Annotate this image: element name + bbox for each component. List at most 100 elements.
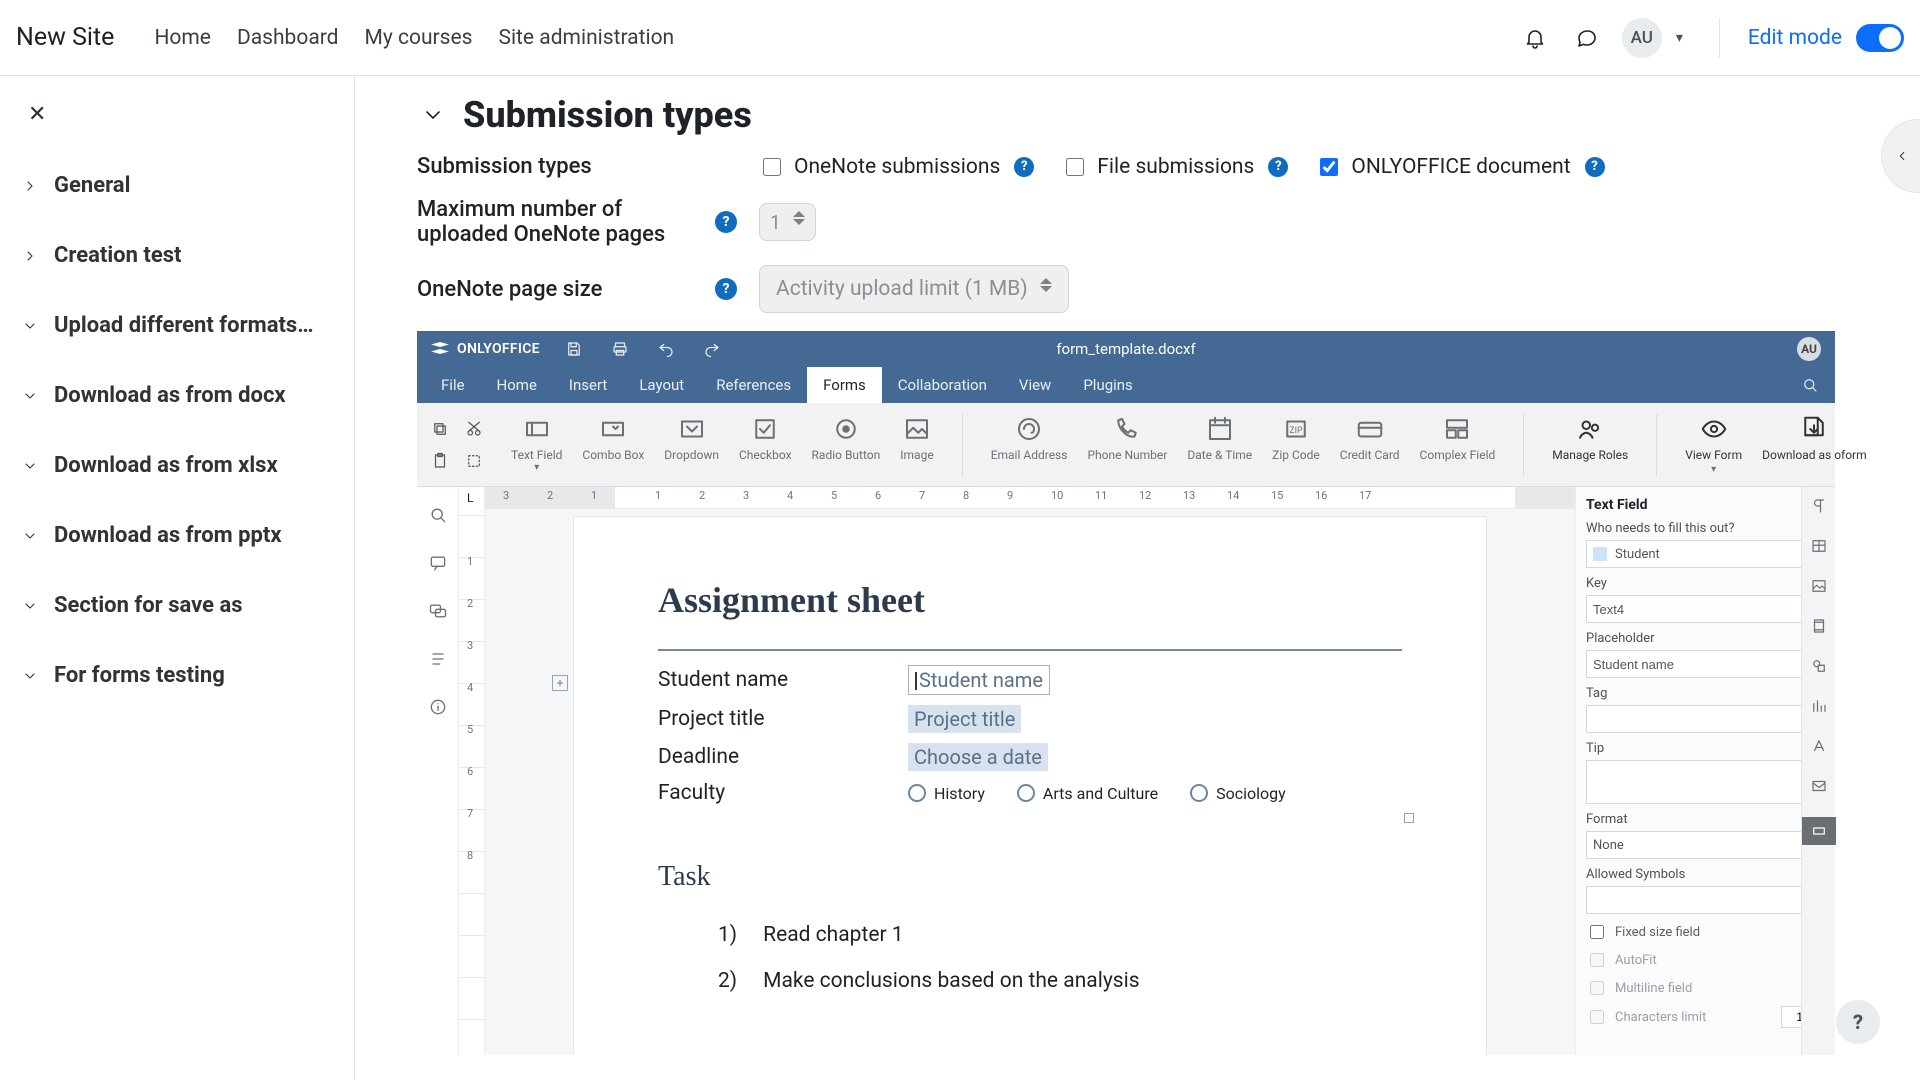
checkbox[interactable] xyxy=(763,158,781,176)
btn-email[interactable]: Email Address xyxy=(991,414,1068,462)
help-icon[interactable]: ? xyxy=(715,211,737,233)
role-select[interactable]: Student ▾ xyxy=(1586,540,1825,568)
btn-dropdown[interactable]: Dropdown xyxy=(664,414,719,462)
tab-layout[interactable]: Layout xyxy=(623,367,700,403)
tab-insert[interactable]: Insert xyxy=(553,367,623,403)
notifications-icon[interactable] xyxy=(1518,21,1552,55)
btn-image[interactable]: Image xyxy=(900,414,933,462)
form-settings-icon[interactable] xyxy=(1802,817,1836,845)
key-input[interactable] xyxy=(1586,595,1825,623)
find-icon[interactable] xyxy=(428,505,448,525)
site-brand[interactable]: New Site xyxy=(16,23,114,52)
tab-forms[interactable]: Forms xyxy=(807,367,882,403)
btn-view-form[interactable]: View Form▾ xyxy=(1685,414,1742,475)
oo-doc-name[interactable]: form_template.docxf xyxy=(1056,340,1195,358)
option-onenote[interactable]: OneNote submissions ? xyxy=(759,155,1034,179)
btn-checkbox[interactable]: Checkbox xyxy=(739,414,792,462)
checkbox[interactable] xyxy=(1320,158,1338,176)
print-icon[interactable] xyxy=(611,340,629,358)
btn-manage-roles[interactable]: Manage Roles xyxy=(1552,414,1628,462)
help-icon[interactable]: ? xyxy=(1268,157,1288,177)
radio-arts[interactable]: Arts and Culture xyxy=(1017,784,1158,803)
btn-radio-button[interactable]: Radio Button xyxy=(812,414,881,462)
nav-site-admin[interactable]: Site administration xyxy=(498,26,674,50)
section-submission-types[interactable]: Submission types xyxy=(421,94,1837,136)
btn-text-field[interactable]: Text Field▾ xyxy=(511,414,562,473)
paste-icon[interactable] xyxy=(427,448,453,474)
checkbox[interactable] xyxy=(1066,158,1084,176)
tab-view[interactable]: View xyxy=(1003,367,1067,403)
btn-combo-box[interactable]: Combo Box xyxy=(582,414,644,462)
btn-phone[interactable]: Phone Number xyxy=(1087,414,1167,462)
sidebar-item-upload-formats[interactable]: Upload different formats t… xyxy=(22,291,344,359)
save-icon[interactable] xyxy=(565,340,583,358)
oo-avatar[interactable]: AU xyxy=(1797,337,1821,361)
help-icon[interactable]: ? xyxy=(715,278,737,300)
messages-icon[interactable] xyxy=(1570,21,1604,55)
user-menu-caret[interactable]: ▾ xyxy=(1676,30,1683,46)
tab-home[interactable]: Home xyxy=(481,367,553,403)
radio-history[interactable]: History xyxy=(908,784,985,803)
table-handle-icon[interactable]: + xyxy=(552,675,568,691)
nav-dashboard[interactable]: Dashboard xyxy=(237,26,339,50)
oo-canvas[interactable]: Assignment sheet + Student name Student … xyxy=(485,509,1575,1055)
info-icon[interactable] xyxy=(428,697,448,717)
chat-icon[interactable] xyxy=(428,601,448,621)
option-file[interactable]: File submissions ? xyxy=(1062,155,1288,179)
checkbox[interactable] xyxy=(1590,925,1604,939)
btn-complex[interactable]: Complex Field xyxy=(1420,414,1496,462)
btn-date-time[interactable]: Date & Time xyxy=(1187,414,1252,462)
nav-my-courses[interactable]: My courses xyxy=(365,26,473,50)
btn-download-oform[interactable]: Download as oform xyxy=(1762,414,1867,462)
allowed-input[interactable] xyxy=(1586,886,1825,914)
fixed-size-check[interactable]: Fixed size field xyxy=(1586,922,1825,942)
document-page[interactable]: Assignment sheet + Student name Student … xyxy=(574,517,1486,1055)
close-sidebar-icon[interactable]: ✕ xyxy=(28,102,344,127)
format-select[interactable]: None▾ xyxy=(1586,831,1825,859)
field-student-name[interactable]: Student name xyxy=(908,665,1050,695)
comments-icon[interactable] xyxy=(428,553,448,573)
drawer-open-right[interactable] xyxy=(1882,120,1920,192)
sidebar-item-forms-testing[interactable]: For forms testing xyxy=(22,641,344,709)
placeholder-input[interactable] xyxy=(1586,650,1825,678)
copy-icon[interactable] xyxy=(427,416,453,442)
mail-merge-icon[interactable] xyxy=(1810,777,1828,795)
btn-zip[interactable]: ZIPZip Code xyxy=(1272,414,1320,462)
help-fab[interactable]: ? xyxy=(1836,1000,1880,1044)
selection-handle[interactable] xyxy=(1404,813,1414,823)
sidebar-item-general[interactable]: General xyxy=(22,151,344,219)
tag-input[interactable] xyxy=(1586,705,1825,733)
paragraph-icon[interactable] xyxy=(1810,497,1828,515)
doc-subheading[interactable]: Task xyxy=(658,861,1402,893)
user-avatar[interactable]: AU xyxy=(1622,18,1662,58)
field-deadline[interactable]: Choose a date xyxy=(908,743,1048,771)
tab-file[interactable]: File xyxy=(425,367,481,403)
select-icon[interactable] xyxy=(461,448,487,474)
sidebar-item-creation-test[interactable]: Creation test xyxy=(22,221,344,289)
header-footer-icon[interactable] xyxy=(1810,617,1828,635)
redo-icon[interactable] xyxy=(703,340,721,358)
sidebar-item-save-as[interactable]: Section for save as xyxy=(22,571,344,639)
outline-icon[interactable] xyxy=(428,649,448,669)
oo-search-icon[interactable] xyxy=(1801,376,1819,394)
textart-icon[interactable] xyxy=(1810,737,1828,755)
max-pages-select[interactable]: 1 xyxy=(759,203,816,241)
tab-references[interactable]: References xyxy=(700,367,807,403)
option-onlyoffice[interactable]: ONLYOFFICE document ? xyxy=(1316,155,1604,179)
task-item[interactable]: 2)Make conclusions based on the analysis xyxy=(718,969,1402,993)
sidebar-item-download-docx[interactable]: Download as from docx xyxy=(22,361,344,429)
sidebar-item-download-pptx[interactable]: Download as from pptx xyxy=(22,501,344,569)
chart-icon[interactable] xyxy=(1810,697,1828,715)
radio-sociology[interactable]: Sociology xyxy=(1190,784,1286,803)
image-icon[interactable] xyxy=(1810,577,1828,595)
table-icon[interactable] xyxy=(1810,537,1828,555)
tab-collaboration[interactable]: Collaboration xyxy=(882,367,1003,403)
page-size-select[interactable]: Activity upload limit (1 MB) xyxy=(759,265,1069,313)
nav-home[interactable]: Home xyxy=(154,26,211,50)
cut-icon[interactable] xyxy=(461,416,487,442)
tip-input[interactable] xyxy=(1586,760,1825,804)
help-icon[interactable]: ? xyxy=(1585,157,1605,177)
task-item[interactable]: 1)Read chapter 1 xyxy=(718,923,1402,947)
shape-icon[interactable] xyxy=(1810,657,1828,675)
sidebar-item-download-xlsx[interactable]: Download as from xlsx xyxy=(22,431,344,499)
